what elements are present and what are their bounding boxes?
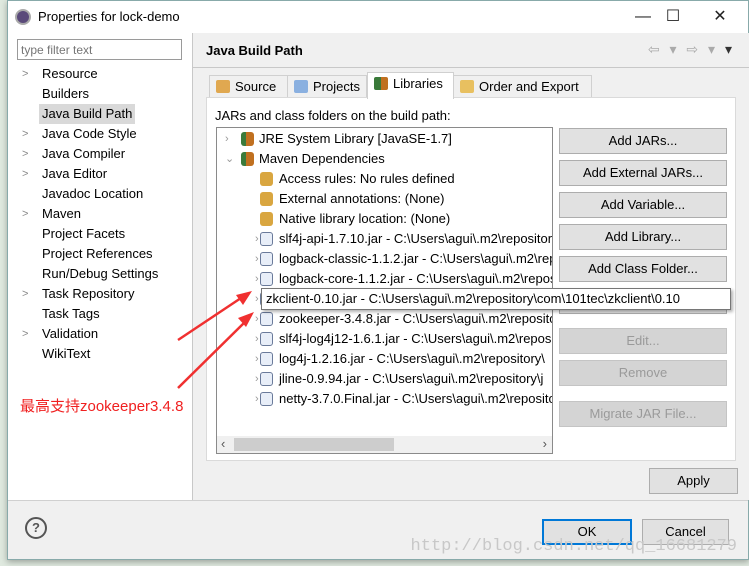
watermark: http://blog.csdn.net/qq_16681279 xyxy=(410,537,737,556)
annotation-text: 最高支持zookeeper3.4.8 xyxy=(20,398,184,415)
arrow-head xyxy=(236,291,252,305)
arrow-line xyxy=(177,319,248,389)
annotation-arrows xyxy=(177,291,254,389)
